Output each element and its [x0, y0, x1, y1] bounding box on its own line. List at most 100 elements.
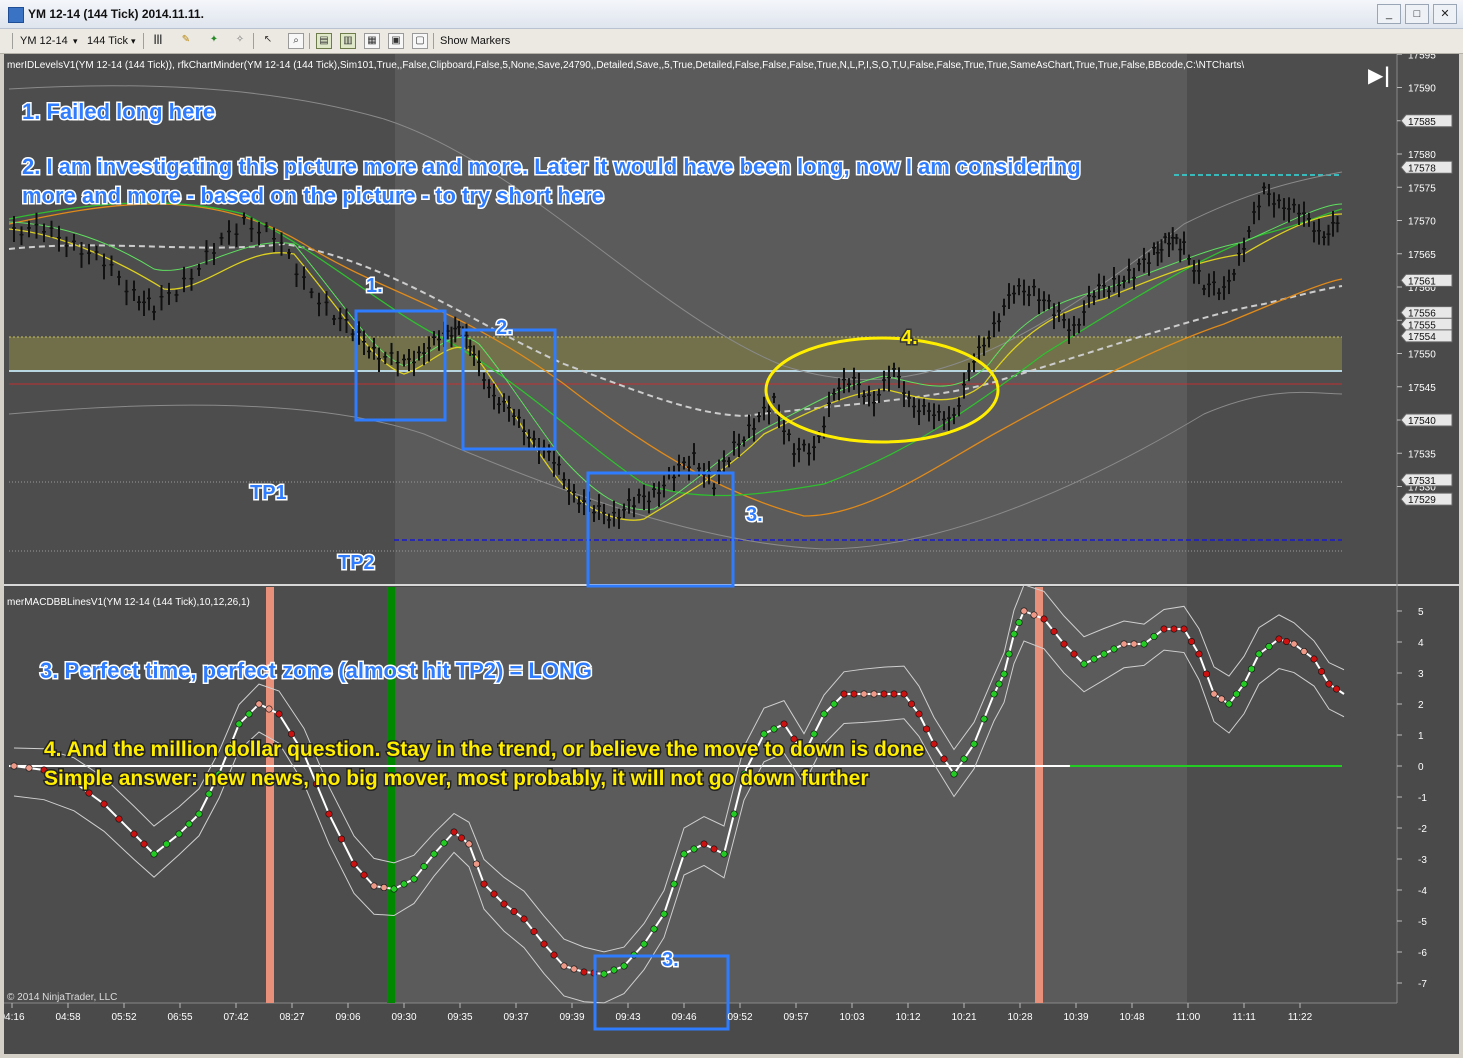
bar-style-icon[interactable]: |||	[150, 33, 166, 49]
x-axis-tick: 06:55	[167, 1012, 192, 1023]
title-bar: YM 12-14 (144 Tick) 2014.11.11. _ □ ✕	[0, 0, 1463, 29]
x-axis-tick: 09:46	[671, 1012, 696, 1023]
x-axis-tick: 05:52	[111, 1012, 136, 1023]
svg-text:17561: 17561	[1408, 276, 1436, 287]
chart-toolbar: YM 12-14 ▾ 144 Tick ▾ ||| ✎ ✦ ✧ ↖ ⌕ ▤ ▥ …	[0, 29, 1463, 54]
macd-indicator-label: merMACDBBLinesV1(YM 12-14 (144 Tick),10,…	[7, 597, 250, 608]
interval-dropdown-icon[interactable]: ▾	[131, 33, 136, 49]
tp1-label: TP1	[250, 482, 287, 504]
toolbar-separator	[143, 33, 144, 49]
toolbar-separator	[253, 33, 254, 49]
x-axis-tick: 09:57	[783, 1012, 808, 1023]
chart-navigate-icon[interactable]: ▶|	[1368, 63, 1391, 87]
copyright-text: © 2014 NinjaTrader, LLC	[7, 992, 117, 1003]
window-title: YM 12-14 (144 Tick) 2014.11.11.	[28, 7, 204, 21]
macd-y-tick: 5	[1418, 607, 1424, 618]
price-y-tick: 17595	[1408, 54, 1436, 61]
price-y-tick: 17565	[1408, 250, 1436, 261]
macd-y-tick: -4	[1418, 886, 1427, 897]
chart-app-icon	[8, 7, 24, 23]
save-icon[interactable]: ▣	[388, 33, 404, 49]
salmon-signal-bar-right	[1035, 587, 1043, 1003]
svg-text:17578: 17578	[1408, 163, 1436, 174]
price-y-tick: 17535	[1408, 449, 1436, 460]
macd-box-3-label: 3.	[662, 949, 679, 971]
close-button[interactable]: ✕	[1433, 4, 1457, 24]
box-1-label: 1.	[366, 275, 383, 297]
value-zone	[9, 337, 1342, 371]
price-y-tick: 17580	[1408, 150, 1436, 161]
note-2-line-1: 2. I am investigating this picture more …	[22, 154, 1081, 179]
cursor-icon[interactable]: ↖	[260, 33, 276, 49]
box-3-label: 3.	[746, 504, 763, 526]
macd-y-tick: 1	[1418, 731, 1424, 742]
svg-text:17585: 17585	[1408, 117, 1436, 128]
price-y-tick: 17570	[1408, 217, 1436, 228]
green-signal-bar	[387, 587, 395, 1003]
svg-text:17554: 17554	[1408, 332, 1436, 343]
macd-y-tick: -5	[1418, 917, 1427, 928]
price-y-tick: 17590	[1408, 84, 1436, 95]
minimize-button[interactable]: _	[1377, 4, 1401, 24]
note-3-text: 3. Perfect time, perfect zone (almost hi…	[40, 658, 592, 683]
note-4-line-2: Simple answer: new news, no big mover, m…	[44, 767, 869, 790]
y-axis-strip	[1397, 54, 1459, 1054]
price-marker-box: 17555	[1400, 317, 1453, 331]
x-axis-tick: 07:42	[223, 1012, 248, 1023]
x-axis-tick: 09:30	[391, 1012, 416, 1023]
strategy-icon[interactable]: ▢	[412, 33, 428, 49]
price-marker-box: 17554	[1400, 329, 1453, 343]
interval-selector[interactable]: 144 Tick	[87, 33, 128, 49]
price-marker-box: 17529	[1400, 492, 1453, 506]
svg-text:17529: 17529	[1408, 495, 1436, 506]
chart-trader-icon[interactable]: ▦	[364, 33, 380, 49]
macd-y-tick: 0	[1418, 762, 1424, 773]
wand-icon[interactable]: ✧	[232, 33, 248, 49]
instrument-dropdown-icon[interactable]: ▾	[73, 33, 78, 49]
time-x-axis: 04:16 04:58 05:52 06:55 07:42 08:27 09:06 09:30…	[4, 1003, 1313, 1023]
price-y-tick: 17545	[1408, 383, 1436, 394]
salmon-signal-bar-left	[266, 587, 274, 1003]
price-marker-box: 17556	[1400, 306, 1453, 320]
note-1-text: 1. Failed long here	[22, 99, 215, 124]
price-y-tick: 17550	[1408, 350, 1436, 361]
x-axis-tick: 09:37	[503, 1012, 528, 1023]
x-axis-tick: 04:16	[4, 1012, 25, 1023]
properties-icon[interactable]: ▤	[316, 33, 332, 49]
maximize-button[interactable]: □	[1405, 4, 1429, 24]
instrument-selector[interactable]: YM 12-14	[20, 33, 68, 49]
note-4-line-1: 4. And the million dollar question. Stay…	[44, 738, 924, 761]
draw-pencil-icon[interactable]: ✎	[178, 33, 194, 49]
chart-canvas[interactable]: merIDLevelsV1(YM 12-14 (144 Tick)), rfkC…	[4, 54, 1459, 1054]
macd-y-tick: 4	[1418, 638, 1424, 649]
star-icon[interactable]: ✦	[206, 33, 222, 49]
x-axis-tick: 11:00	[1176, 1012, 1201, 1023]
x-axis-tick: 10:28	[1007, 1012, 1032, 1023]
macd-y-tick: -2	[1418, 824, 1427, 835]
macd-y-tick: -7	[1418, 979, 1427, 990]
x-axis-tick: 09:39	[559, 1012, 584, 1023]
chart-area[interactable]: merIDLevelsV1(YM 12-14 (144 Tick)), rfkC…	[4, 54, 1459, 1054]
x-axis-tick: 09:52	[727, 1012, 752, 1023]
price-marker-box: 17561	[1400, 273, 1453, 287]
price-marker-box: 17540	[1400, 413, 1453, 427]
x-axis-tick: 10:39	[1063, 1012, 1088, 1023]
price-marker-box: 17531	[1400, 473, 1453, 487]
x-axis-tick: 04:58	[55, 1012, 80, 1023]
x-axis-tick: 11:11	[1232, 1012, 1256, 1023]
x-axis-tick: 11:22	[1288, 1012, 1313, 1023]
status-bar	[0, 1054, 1463, 1058]
tp2-label: TP2	[338, 552, 375, 574]
toolbar-separator	[309, 33, 310, 49]
zoom-icon[interactable]: ⌕	[288, 33, 304, 49]
macd-y-tick: -3	[1418, 855, 1427, 866]
price-marker-box: 17578	[1400, 160, 1453, 174]
show-markers-button[interactable]: Show Markers	[440, 33, 510, 49]
macd-y-tick: 3	[1418, 669, 1424, 680]
x-axis-tick: 09:43	[615, 1012, 640, 1023]
toolbar-separator	[433, 33, 434, 49]
x-axis-tick: 10:48	[1119, 1012, 1144, 1023]
x-axis-tick: 09:35	[447, 1012, 472, 1023]
data-box-icon[interactable]: ▥	[340, 33, 356, 49]
x-axis-tick: 10:03	[839, 1012, 864, 1023]
